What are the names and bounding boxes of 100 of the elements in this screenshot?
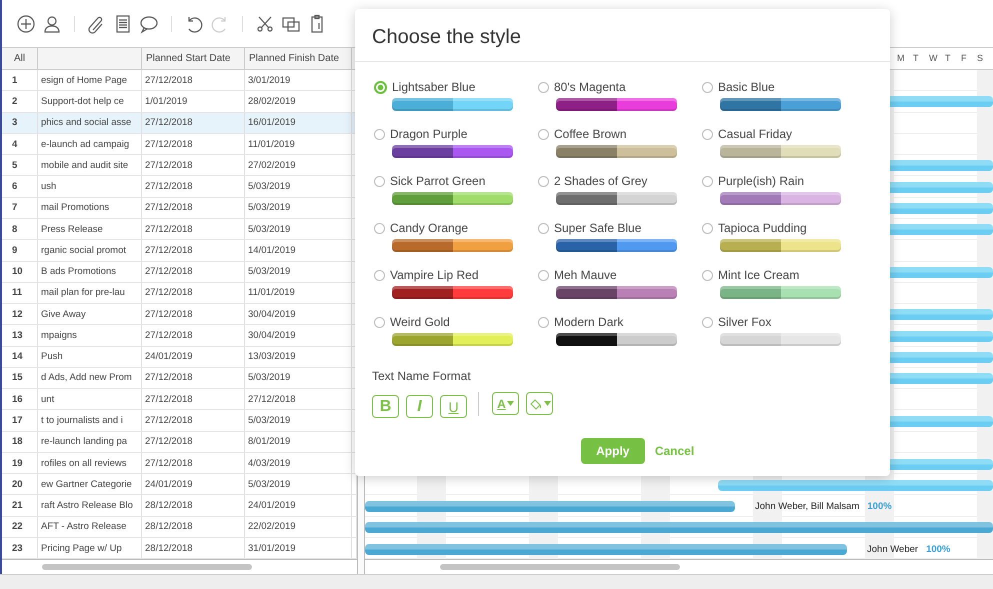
row-number: 16 bbox=[2, 389, 38, 410]
radio-button[interactable] bbox=[374, 270, 385, 280]
radio-button[interactable] bbox=[374, 222, 385, 234]
style-name[interactable]: Meh Mauve bbox=[554, 268, 617, 282]
table-cell: 27/12/2018 bbox=[142, 112, 245, 133]
table-cell: 27/12/2018 bbox=[142, 389, 245, 410]
style-name[interactable]: Candy Orange bbox=[390, 221, 468, 235]
row-number: 13 bbox=[2, 325, 38, 346]
radio-button[interactable] bbox=[702, 128, 713, 140]
radio-button[interactable] bbox=[702, 176, 713, 186]
style-name[interactable]: Coffee Brown bbox=[554, 127, 626, 141]
column-header[interactable]: All bbox=[2, 48, 38, 70]
day-label: T bbox=[913, 53, 918, 64]
fill-color-button[interactable] bbox=[526, 392, 553, 415]
table-cell: Push bbox=[38, 346, 142, 367]
radio-button[interactable] bbox=[374, 128, 385, 140]
table-cell: 27/12/2018 bbox=[142, 240, 245, 261]
row-number: 21 bbox=[2, 495, 38, 516]
day-label: W bbox=[929, 53, 938, 64]
row-number: 17 bbox=[2, 410, 38, 431]
progress-label: 100% bbox=[926, 544, 950, 555]
caret-icon bbox=[506, 401, 514, 406]
style-name[interactable]: Modern Dark bbox=[554, 315, 624, 329]
style-name[interactable]: Super Safe Blue bbox=[554, 221, 642, 235]
style-name[interactable]: Tapioca Pudding bbox=[718, 221, 807, 235]
table-cell: 27/12/2018 bbox=[142, 70, 245, 90]
row-number: 10 bbox=[2, 262, 38, 282]
table-cell: 27/12/2018 bbox=[142, 219, 245, 240]
row-number: 15 bbox=[2, 368, 38, 388]
radio-button[interactable] bbox=[702, 316, 713, 328]
person-icon[interactable] bbox=[42, 14, 62, 34]
radio-button[interactable] bbox=[374, 176, 385, 186]
day-label: F bbox=[961, 53, 966, 64]
table-cell: 3/01/2019 bbox=[245, 70, 352, 90]
radio-button[interactable] bbox=[538, 176, 549, 186]
table-cell: 27/12/2018 bbox=[142, 198, 245, 218]
style-name[interactable]: Mint Ice Cream bbox=[718, 268, 800, 282]
row-number: 8 bbox=[2, 219, 38, 240]
selected-row[interactable]: 3 phics and social asse 27/12/2018 16/01/2019 bbox=[2, 112, 357, 134]
progress-label: 100% bbox=[867, 501, 892, 512]
radio-button[interactable] bbox=[374, 80, 387, 94]
row-number: 22 bbox=[2, 516, 38, 537]
row-number: 4 bbox=[2, 134, 38, 154]
table-cell: mpaigns bbox=[38, 325, 142, 346]
radio-button[interactable] bbox=[538, 270, 549, 280]
table-cell: 28/12/2018 bbox=[142, 516, 245, 537]
add-icon[interactable] bbox=[16, 14, 36, 34]
style-name[interactable]: Dragon Purple bbox=[390, 127, 468, 141]
style-name[interactable]: Vampire Lip Red bbox=[390, 268, 478, 282]
row-number: 12 bbox=[2, 304, 38, 324]
row-number: 3 bbox=[2, 112, 38, 133]
table-cell: 27/12/2018 bbox=[142, 410, 245, 431]
style-name[interactable]: Basic Blue bbox=[718, 80, 775, 94]
column-header[interactable]: Planned Finish Date bbox=[245, 48, 352, 70]
style-name[interactable]: Silver Fox bbox=[718, 315, 772, 329]
task-bar[interactable] bbox=[365, 544, 847, 555]
table-cell: 4/03/2019 bbox=[245, 452, 352, 474]
radio-button[interactable] bbox=[702, 222, 713, 234]
table-cell: 24/01/2019 bbox=[245, 495, 352, 516]
style-name[interactable]: Sick Parrot Green bbox=[390, 174, 486, 188]
table-cell: 5/03/2019 bbox=[245, 198, 352, 218]
style-name[interactable]: Lightsaber Blue bbox=[392, 80, 476, 94]
table-cell: 30/04/2019 bbox=[245, 325, 352, 346]
speech-bubble-icon[interactable] bbox=[139, 14, 159, 34]
task-bar[interactable] bbox=[365, 522, 993, 534]
radio-button[interactable] bbox=[702, 82, 713, 92]
radio-button[interactable] bbox=[538, 316, 549, 328]
table-cell: 28/12/2018 bbox=[142, 495, 245, 516]
radio-button[interactable] bbox=[538, 128, 549, 140]
row-number: 2 bbox=[2, 91, 38, 112]
table-cell: 13/03/2019 bbox=[245, 346, 352, 367]
column-header[interactable]: Planned Start Date bbox=[142, 48, 245, 70]
table-cell: 22/02/2019 bbox=[245, 516, 352, 537]
scrollbar-thumb[interactable] bbox=[42, 564, 252, 570]
table-cell: 27/12/2018 bbox=[142, 304, 245, 324]
dialog-title: Choose the style bbox=[371, 25, 522, 50]
table-cell: 11/01/2019 bbox=[245, 282, 352, 304]
task-bar[interactable] bbox=[365, 501, 735, 512]
radio-button[interactable] bbox=[374, 316, 385, 328]
table-cell: Support-dot help ce bbox=[38, 91, 142, 112]
table-cell: 5/03/2019 bbox=[245, 176, 352, 197]
style-name[interactable]: Purple(ish) Rain bbox=[718, 174, 804, 188]
assignee-label: John Weber, Bill Malsam bbox=[755, 501, 860, 512]
radio-button[interactable] bbox=[702, 270, 713, 280]
style-name[interactable]: Casual Friday bbox=[718, 127, 792, 141]
radio-button[interactable] bbox=[538, 82, 549, 92]
style-name[interactable]: Weird Gold bbox=[390, 315, 450, 329]
table-cell: Give Away bbox=[38, 304, 142, 324]
table-cell: 27/02/2019 bbox=[245, 155, 352, 176]
scrollbar-thumb[interactable] bbox=[440, 564, 680, 570]
paint-bucket-icon bbox=[528, 398, 542, 410]
style-name[interactable]: 80's Magenta bbox=[554, 80, 626, 94]
task-bar[interactable] bbox=[718, 480, 993, 491]
table-cell: 27/12/2018 bbox=[142, 432, 245, 452]
style-name[interactable]: 2 Shades of Grey bbox=[554, 174, 648, 188]
table-cell: 31/01/2019 bbox=[245, 538, 352, 558]
radio-button[interactable] bbox=[538, 222, 549, 234]
section-label: Text Name Format bbox=[372, 369, 472, 383]
table-cell: 27/12/2018 bbox=[142, 176, 245, 197]
table-cell: 5/03/2019 bbox=[245, 410, 352, 431]
